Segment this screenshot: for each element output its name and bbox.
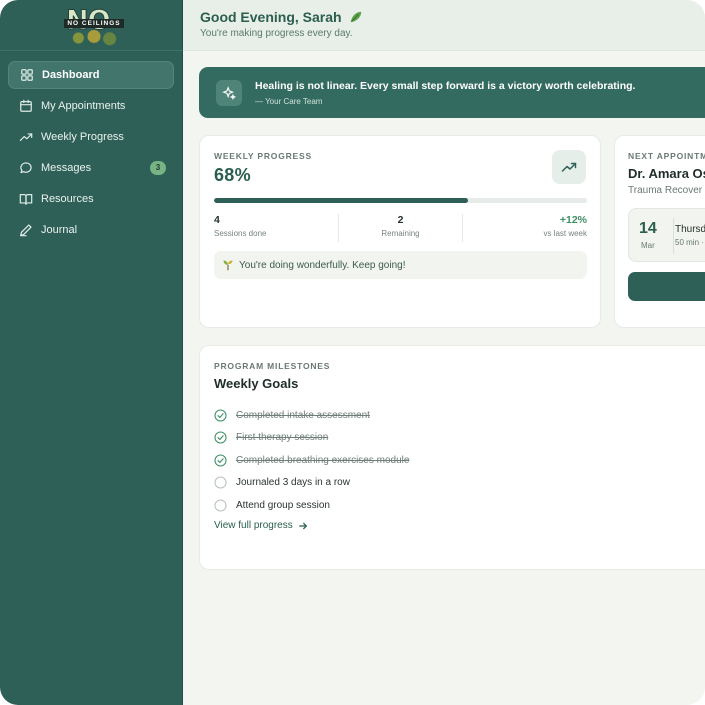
empty-circle-icon — [214, 499, 227, 512]
sidebar-item-label: Resources — [41, 193, 94, 205]
brand-logo[interactable]: NO NO CEILINGS — [62, 6, 126, 46]
grid-icon — [20, 68, 34, 82]
sidebar-item-dashboard[interactable]: Dashboard — [8, 61, 174, 89]
link-label: View full progress — [214, 520, 293, 531]
sidebar-nav: Dashboard My Appointments Weekly Progres… — [8, 61, 174, 247]
progress-bar — [214, 198, 587, 203]
banner-quote: Healing is not linear. Every small step … — [255, 80, 636, 92]
check-circle-icon — [214, 431, 227, 444]
sidebar-item-messages[interactable]: Messages 3 — [8, 154, 174, 182]
app-frame: NO NO CEILINGS Dashboard My Appointments — [0, 0, 705, 705]
progress-percent: 68% — [214, 165, 251, 185]
sidebar-item-journal[interactable]: Journal — [8, 216, 174, 244]
card-label: NEXT APPOINTMENT — [628, 151, 705, 161]
goal-text: Completed breathing exercises module — [236, 454, 410, 466]
encouragement-message: You're doing wonderfully. Keep going! — [214, 251, 587, 279]
goal-text: Journaled 3 days in a row — [236, 477, 350, 489]
stat-remaining: 2 Remaining — [337, 214, 463, 242]
stat-caption: Remaining — [381, 229, 420, 238]
check-circle-icon — [214, 454, 227, 467]
progress-bar-fill — [214, 198, 468, 203]
stat-value: +12% — [559, 214, 588, 226]
greeting-text: Good Evening, Sarah — [200, 9, 342, 25]
goal-text: Completed intake assessment — [236, 409, 370, 421]
banner-signature: — Your Care Team — [255, 97, 323, 106]
page-header: Good Evening, Sarah You're making progre… — [183, 0, 705, 51]
arrow-right-icon — [299, 522, 307, 529]
card-label: PROGRAM MILESTONES — [214, 361, 331, 371]
program-milestones-card: PROGRAM MILESTONES Weekly Goals Complete… — [199, 345, 705, 570]
card-label: WEEKLY PROGRESS — [214, 151, 312, 161]
stat-value: 4 — [214, 214, 220, 226]
motivation-banner: Healing is not linear. Every small step … — [199, 67, 705, 118]
sidebar-divider — [0, 50, 183, 51]
greeting-heading: Good Evening, Sarah — [200, 9, 363, 25]
goal-item[interactable]: Journaled 3 days in a row — [214, 472, 409, 495]
open-book-icon — [19, 192, 33, 206]
trending-up-icon — [19, 130, 33, 144]
progress-stats: 4 Sessions done 2 Remaining +12% vs last… — [214, 214, 587, 242]
appointment-day: 14 — [639, 220, 657, 237]
stat-change: +12% vs last week — [462, 214, 587, 242]
sidebar-item-label: My Appointments — [41, 100, 126, 112]
stat-sessions-done: 4 Sessions done — [214, 214, 338, 242]
sidebar-item-resources[interactable]: Resources — [8, 185, 174, 213]
goal-item[interactable]: Completed breathing exercises module — [214, 449, 409, 472]
stat-caption: vs last week — [543, 229, 588, 238]
appointment-weekday: Thursday — [675, 224, 705, 235]
goal-text: First therapy session — [236, 432, 329, 444]
empty-circle-icon — [214, 476, 227, 489]
stat-value: 2 — [397, 214, 404, 226]
goals-list: Completed intake assessment First therap… — [214, 404, 409, 517]
goal-item[interactable]: Completed intake assessment — [214, 404, 409, 427]
appointment-action-button[interactable] — [628, 272, 705, 301]
next-appointment-card: NEXT APPOINTMENT Dr. Amara Os Trauma Rec… — [614, 135, 705, 328]
trending-up-icon — [561, 162, 577, 172]
view-full-progress-link[interactable]: View full progress — [214, 520, 308, 531]
sparkle-icon — [216, 80, 242, 106]
date-divider — [673, 218, 674, 254]
sidebar-item-appointments[interactable]: My Appointments — [8, 92, 174, 120]
sidebar-item-weekly-progress[interactable]: Weekly Progress — [8, 123, 174, 151]
sidebar-item-label: Messages — [41, 162, 92, 174]
sidebar-item-label: Weekly Progress — [41, 131, 124, 143]
weekly-progress-card: WEEKLY PROGRESS 68% 4 Sessions done 2 Re… — [199, 135, 601, 328]
stat-caption: Sessions done — [214, 229, 267, 238]
sidebar-item-label: Dashboard — [42, 69, 100, 81]
calendar-icon — [19, 99, 33, 113]
check-circle-icon — [214, 409, 227, 422]
appointment-date: 14 Mar Thursday 50 min · — [628, 208, 705, 262]
sidebar-item-label: Journal — [41, 224, 78, 236]
encouragement-text: You're doing wonderfully. Keep going! — [239, 259, 406, 271]
chat-bubble-icon — [19, 161, 33, 175]
messages-count-badge: 3 — [150, 161, 166, 175]
sidebar: NO NO CEILINGS Dashboard My Appointments — [0, 0, 183, 705]
greeting-subtitle: You're making progress every day. — [200, 28, 353, 39]
appointment-month: Mar — [641, 241, 655, 250]
logo-foliage-icon — [68, 30, 120, 46]
sprout-icon — [223, 260, 233, 271]
doctor-name: Dr. Amara Os — [628, 166, 705, 181]
logo-text: NO CEILINGS — [64, 19, 124, 28]
view-trend-button[interactable] — [552, 150, 586, 184]
goal-item[interactable]: Attend group session — [214, 494, 409, 517]
goal-item[interactable]: First therapy session — [214, 427, 409, 450]
appointment-duration: 50 min · — [675, 238, 704, 247]
goal-text: Attend group session — [236, 499, 330, 511]
goals-title: Weekly Goals — [214, 376, 299, 391]
pencil-icon — [19, 223, 33, 237]
leaf-icon — [351, 11, 362, 23]
doctor-specialty: Trauma Recover — [628, 185, 703, 196]
